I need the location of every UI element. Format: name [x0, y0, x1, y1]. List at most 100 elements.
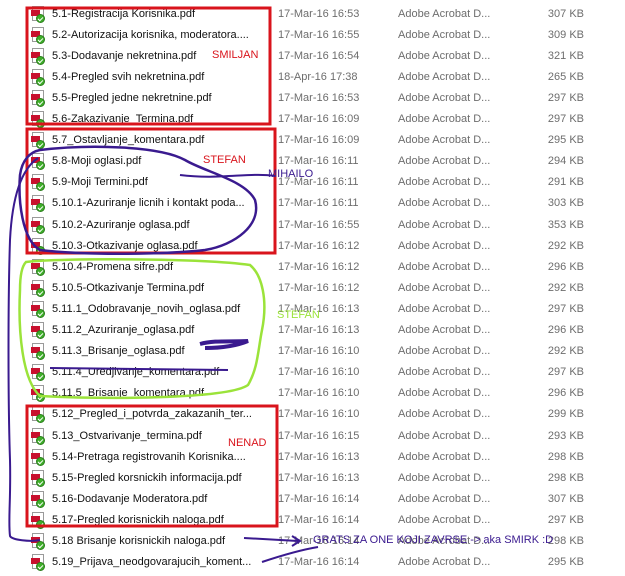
file-row[interactable]: 5.19_Prijava_neodgovarajucih_koment... 17… — [0, 552, 625, 573]
file-row[interactable]: 5.11.3_Brisanje_oglasa.pdf 17-Mar-16 16:1… — [0, 341, 625, 362]
file-name: 5.6-Zakazivanje_Termina.pdf — [52, 113, 194, 125]
file-name-cell: 5.5-Pregled jedne nekretnine.pdf — [31, 87, 212, 108]
file-type: Adobe Acrobat D... — [398, 345, 491, 358]
file-name-cell: 5.11.1_Odobravanje_novih_oglasa.pdf — [31, 298, 240, 319]
file-name: 5.10.4-Promena sifre.pdf — [52, 260, 174, 273]
file-row[interactable]: 5.10.1-Azuriranje licnih i kontakt poda.… — [0, 193, 625, 214]
file-name: 5.5-Pregled jedne nekretnine.pdf — [52, 91, 212, 104]
file-name: 5.11.2_Azuriranje_oglasa.pdf — [52, 324, 195, 336]
file-name-cell: 5.19_Prijava_neodgovarajucih_koment... — [31, 552, 251, 573]
file-type: Adobe Acrobat D... — [398, 556, 491, 569]
file-size: 299 KB — [547, 408, 584, 421]
file-row[interactable]: 5.17-Pregled korisnickih naloga.pdf 17-Ma… — [0, 509, 625, 530]
file-size: 303 KB — [547, 197, 584, 210]
file-name-cell: 5.10.4-Promena sifre.pdf — [31, 256, 173, 277]
file-size: 297 KB — [547, 366, 584, 379]
file-row[interactable]: 5.1-Registracija Korisnika.pdf 17-Mar-16 … — [0, 3, 625, 24]
file-name-cell: 5.10.2-Azuriranje oglasa.pdf — [31, 214, 190, 235]
file-type: Adobe Acrobat D... — [398, 7, 491, 20]
file-size: 297 KB — [547, 91, 584, 104]
file-row[interactable]: 5.14-Pretraga registrovanih Korisnika...… — [0, 446, 625, 467]
file-name: 5.17-Pregled korisnickih naloga.pdf — [52, 513, 224, 526]
file-size: 296 KB — [547, 260, 584, 273]
file-type: Adobe Acrobat D... — [398, 302, 491, 315]
file-row[interactable]: 5.3-Dodavanje nekretnina.pdf 17-Mar-16 16… — [0, 45, 625, 66]
file-date: 17-Mar-16 16:14 — [278, 513, 360, 526]
file-row[interactable]: 5.10.2-Azuriranje oglasa.pdf 17-Mar-16 16… — [0, 214, 625, 235]
file-name-cell: 5.17-Pregled korisnickih naloga.pdf — [31, 509, 224, 530]
file-type: Adobe Acrobat D... — [398, 450, 491, 463]
file-name-cell: 5.11.3_Brisanje_oglasa.pdf — [31, 341, 185, 362]
file-row[interactable]: 5.2-Autorizacija korisnika, moderatora..… — [0, 24, 625, 45]
file-date: 17-Mar-16 16:15 — [278, 429, 360, 442]
file-name-cell: 5.10.3-Otkazivanje oglasa.pdf — [31, 235, 198, 256]
file-size: 309 KB — [547, 28, 584, 41]
file-name-cell: 5.11.5_Brisanje_komentara.pdf — [31, 383, 204, 404]
pdf-file-icon — [31, 469, 46, 487]
file-row[interactable]: 5.12_Pregled_i_potvrda_zakazanih_ter... 1… — [0, 404, 625, 425]
file-row[interactable]: 5.6-Zakazivanje_Termina.pdf 17-Mar-16 16:… — [0, 109, 625, 130]
pdf-file-icon — [31, 68, 46, 86]
file-type: Adobe Acrobat D... — [398, 492, 491, 505]
file-name: 5.11.4_Uredjivanje_komentara.pdf — [52, 366, 220, 379]
file-type: Adobe Acrobat D... — [398, 513, 491, 526]
file-name-cell: 5.13_Ostvarivanje_termina.pdf — [31, 425, 202, 446]
file-name-cell: 5.11.2_Azuriranje_oglasa.pdf — [31, 320, 194, 341]
annotation-stefan: STEFAN — [277, 309, 320, 321]
file-row[interactable]: 5.16-Dodavanje Moderatora.pdf 17-Mar-16 1… — [0, 488, 625, 509]
file-type: Adobe Acrobat D... — [398, 134, 491, 147]
file-name: 5.11.5_Brisanje_komentara.pdf — [52, 387, 205, 400]
file-row[interactable]: 5.11.4_Uredjivanje_komentara.pdf 17-Mar-1… — [0, 362, 625, 383]
file-date: 17-Mar-16 16:14 — [278, 556, 360, 569]
file-type: Adobe Acrobat D... — [398, 49, 491, 62]
file-type: Adobe Acrobat D... — [398, 28, 491, 41]
file-type: Adobe Acrobat D... — [398, 324, 491, 336]
file-name-cell: 5.2-Autorizacija korisnika, moderatora..… — [31, 24, 249, 45]
file-date: 17-Mar-16 16:54 — [278, 49, 360, 62]
file-size: 295 KB — [547, 556, 584, 569]
file-size: 353 KB — [547, 218, 584, 231]
file-row[interactable]: 5.10.4-Promena sifre.pdf 17-Mar-16 16:12 A… — [0, 256, 625, 277]
file-row[interactable]: 5.13_Ostvarivanje_termina.pdf 17-Mar-16 1… — [0, 425, 625, 446]
file-date: 17-Mar-16 16:11 — [278, 155, 359, 168]
file-name: 5.9-Moji Termini.pdf — [52, 176, 148, 189]
annotation-smiljan: SMILJAN — [212, 49, 259, 61]
file-date: 17-Mar-16 16:10 — [278, 366, 360, 379]
file-name: 5.10.3-Otkazivanje oglasa.pdf — [52, 239, 198, 252]
file-name: 5.18 Brisanje korisnickih naloga.pdf — [52, 535, 226, 547]
file-size: 297 KB — [547, 302, 584, 315]
file-name-cell: 5.10.1-Azuriranje licnih i kontakt poda.… — [31, 193, 245, 214]
file-row[interactable]: 5.11.2_Azuriranje_oglasa.pdf 17-Mar-16 16… — [0, 320, 625, 341]
pdf-file-icon — [31, 195, 46, 213]
file-name-cell: 5.7_Ostavljanje_komentara.pdf — [31, 130, 204, 151]
file-row[interactable]: 5.10.3-Otkazivanje oglasa.pdf 17-Mar-16 1… — [0, 235, 625, 256]
file-date: 17-Mar-16 16:11 — [278, 197, 359, 210]
file-size: 265 KB — [547, 70, 584, 83]
file-row[interactable]: 5.15-Pregled korsnickih informacija.pdf 1… — [0, 467, 625, 488]
file-name: 5.7_Ostavljanje_komentara.pdf — [52, 134, 205, 147]
file-size: 295 KB — [547, 134, 584, 147]
file-name-cell: 5.9-Moji Termini.pdf — [31, 172, 148, 193]
file-name: 5.2-Autorizacija korisnika, moderatora..… — [52, 28, 249, 41]
pdf-file-icon — [31, 427, 46, 445]
file-name: 5.19_Prijava_neodgovarajucih_koment... — [52, 556, 252, 569]
file-row[interactable]: 5.5-Pregled jedne nekretnine.pdf 17-Mar-1… — [0, 87, 625, 108]
file-date: 17-Mar-16 16:13 — [278, 471, 360, 484]
file-row[interactable]: 5.4-Pregled svih nekretnina.pdf 18-Apr-16… — [0, 66, 625, 87]
pdf-file-icon — [31, 5, 46, 23]
file-date: 17-Mar-16 16:14 — [278, 492, 360, 505]
file-size: 294 KB — [547, 155, 584, 168]
file-row[interactable]: 5.7_Ostavljanje_komentara.pdf 17-Mar-16 1… — [0, 130, 625, 151]
file-size: 296 KB — [547, 324, 584, 336]
pdf-file-icon — [31, 322, 46, 339]
file-size: 307 KB — [547, 492, 584, 505]
file-row[interactable]: 5.10.5-Otkazivanje Termina.pdf 17-Mar-16 … — [0, 277, 625, 298]
file-type: Adobe Acrobat D... — [398, 260, 491, 273]
file-type: Adobe Acrobat D... — [398, 387, 491, 400]
file-name-cell: 5.11.4_Uredjivanje_komentara.pdf — [31, 362, 219, 383]
file-name-cell: 5.16-Dodavanje Moderatora.pdf — [31, 488, 207, 509]
file-size: 292 KB — [547, 281, 584, 294]
file-row[interactable]: 5.11.5_Brisanje_komentara.pdf 17-Mar-16 1… — [0, 383, 625, 404]
file-date: 18-Apr-16 17:38 — [278, 70, 358, 83]
file-name: 5.12_Pregled_i_potvrda_zakazanih_ter... — [52, 408, 252, 421]
